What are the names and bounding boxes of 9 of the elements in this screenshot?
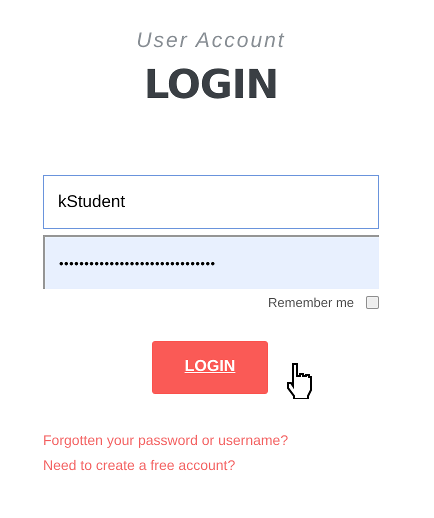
remember-checkbox[interactable] [366, 296, 379, 310]
remember-label: Remember me [268, 294, 354, 312]
page-title: LOGIN [144, 65, 278, 105]
subtitle: User Account [136, 30, 286, 51]
login-button[interactable]: LOGIN [152, 340, 268, 394]
help-link[interactable]: Forgotten your password or username? [43, 430, 379, 450]
password-field[interactable]: ••••••••••••••••••••••••••••••• [43, 235, 379, 289]
username-field[interactable]: kStudent [43, 175, 379, 229]
help-link[interactable]: Need to create a free account? [43, 454, 379, 476]
